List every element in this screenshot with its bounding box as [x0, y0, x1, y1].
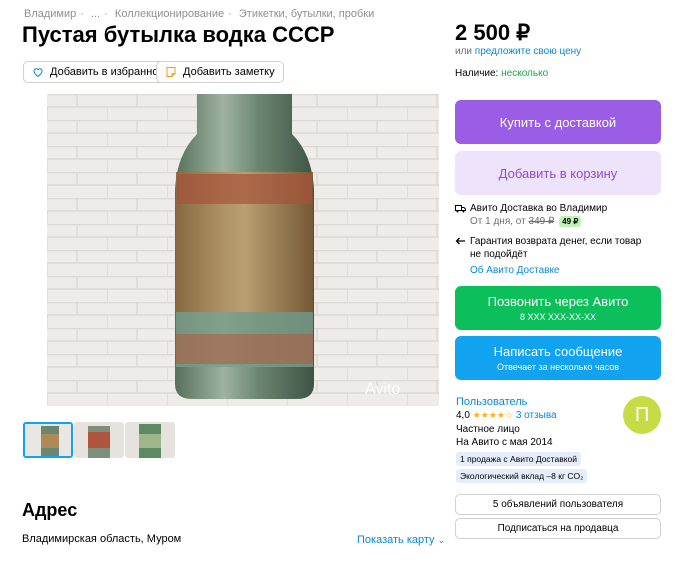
- add-note-button[interactable]: Добавить заметку: [156, 61, 284, 83]
- seller-rating: 4,0 ★★★★☆ 3 отзыва: [456, 410, 557, 421]
- availability-label: Наличие:: [455, 68, 499, 79]
- return-arrow-icon: [455, 237, 465, 245]
- availability-value: несколько: [501, 68, 549, 79]
- address-title: Адрес: [22, 500, 78, 520]
- delivery-old-price: 349 ₽: [528, 216, 555, 227]
- delivery-title: Авито Доставка во Владимир: [455, 203, 607, 214]
- user-listings-button[interactable]: 5 объявлений пользователя: [455, 494, 661, 515]
- delivery-new-price: 49 ₽: [559, 216, 582, 227]
- breadcrumb-item[interactable]: ...: [91, 8, 100, 20]
- availability: Наличие: несколько: [455, 68, 548, 79]
- write-message-button[interactable]: Написать сообщение Отвечает за несколько…: [455, 336, 661, 380]
- watermark: Avito: [365, 381, 400, 398]
- thumbnail[interactable]: [74, 422, 124, 458]
- user-listings-label: 5 объявлений пользователя: [492, 499, 624, 510]
- add-to-favorites-label: Добавить в избранное: [50, 66, 165, 78]
- thumbnail-image: [74, 422, 124, 458]
- thumbnail-image: [125, 422, 175, 458]
- subscribe-button[interactable]: Подписаться на продавца: [455, 518, 661, 539]
- heart-icon: [33, 68, 43, 78]
- buy-with-delivery-button[interactable]: Купить с доставкой: [455, 100, 661, 144]
- phone-number: 8 XXX XXX-XX-XX: [519, 312, 597, 322]
- offer-price-line: или предложите свою цену: [455, 46, 581, 57]
- avatar[interactable]: П: [623, 396, 661, 434]
- guarantee-line-1: Гарантия возврата денег, если товар: [470, 236, 642, 247]
- page-title: Пустая бутылка водка СССР: [22, 22, 335, 47]
- breadcrumb-item[interactable]: Коллекционирование: [115, 8, 224, 20]
- bottle-photo: Avito: [47, 94, 439, 406]
- offer-prefix: или: [455, 46, 473, 57]
- breadcrumb-item[interactable]: Владимир: [24, 8, 76, 20]
- breadcrumb: Владимир · ... · Коллекционирование · Этике…: [24, 8, 375, 20]
- add-to-favorites-button[interactable]: Добавить в избранное: [23, 61, 174, 83]
- rating-value: 4,0: [456, 410, 470, 421]
- show-map-link[interactable]: Показать карту ⌄: [357, 534, 445, 546]
- note-icon: [166, 67, 176, 77]
- eco-contribution-badge[interactable]: Экологический вклад –8 кг CO₂: [456, 469, 588, 483]
- add-to-cart-label: Добавить в корзину: [498, 165, 618, 181]
- guarantee: Гарантия возврата денег, если товар не п…: [455, 235, 641, 261]
- truck-icon: [455, 204, 466, 212]
- buy-with-delivery-label: Купить с доставкой: [499, 114, 617, 130]
- add-to-cart-button[interactable]: Добавить в корзину: [455, 151, 661, 195]
- seller-since: На Авито с мая 2014: [456, 437, 553, 448]
- subscribe-label: Подписаться на продавца: [497, 523, 619, 534]
- offer-price-link[interactable]: предложите свою цену: [475, 46, 581, 57]
- guarantee-line-2: не подойдёт: [470, 249, 528, 260]
- seller-name[interactable]: Пользователь: [456, 396, 527, 408]
- call-button[interactable]: Позвонить через Авито 8 XXX XXX-XX-XX: [455, 286, 661, 330]
- delivery-price-line: От 1 дня, от 349 ₽ 49 ₽: [470, 216, 582, 227]
- seller-type: Частное лицо: [456, 424, 520, 435]
- about-delivery-link[interactable]: Об Авито Доставке: [470, 265, 560, 276]
- write-message-label: Написать сообщение: [493, 344, 623, 359]
- price: 2 500 ₽: [455, 20, 531, 45]
- thumbnail-image: [25, 424, 71, 456]
- thumbnail[interactable]: [23, 422, 73, 458]
- delivery-time: От 1 дня, от: [470, 216, 526, 227]
- star-rating-icon: ★★★★☆: [472, 410, 514, 420]
- address-text: Владимирская область, Муром: [22, 533, 182, 545]
- chevron-down-icon: ⌄: [437, 535, 446, 545]
- delivery-sales-badge: 1 продажа с Авито Доставкой: [456, 452, 582, 466]
- thumbnail[interactable]: [125, 422, 175, 458]
- main-photo[interactable]: Avito: [47, 94, 439, 406]
- delivery-title-label: Авито Доставка во Владимир: [470, 203, 608, 214]
- response-time: Отвечает за несколько часов: [496, 362, 620, 372]
- reviews-link[interactable]: 3 отзыва: [516, 410, 557, 421]
- show-map-label: Показать карту: [357, 534, 435, 546]
- call-label: Позвонить через Авито: [487, 294, 629, 309]
- breadcrumb-item[interactable]: Этикетки, бутылки, пробки: [239, 8, 374, 20]
- add-note-label: Добавить заметку: [183, 66, 275, 78]
